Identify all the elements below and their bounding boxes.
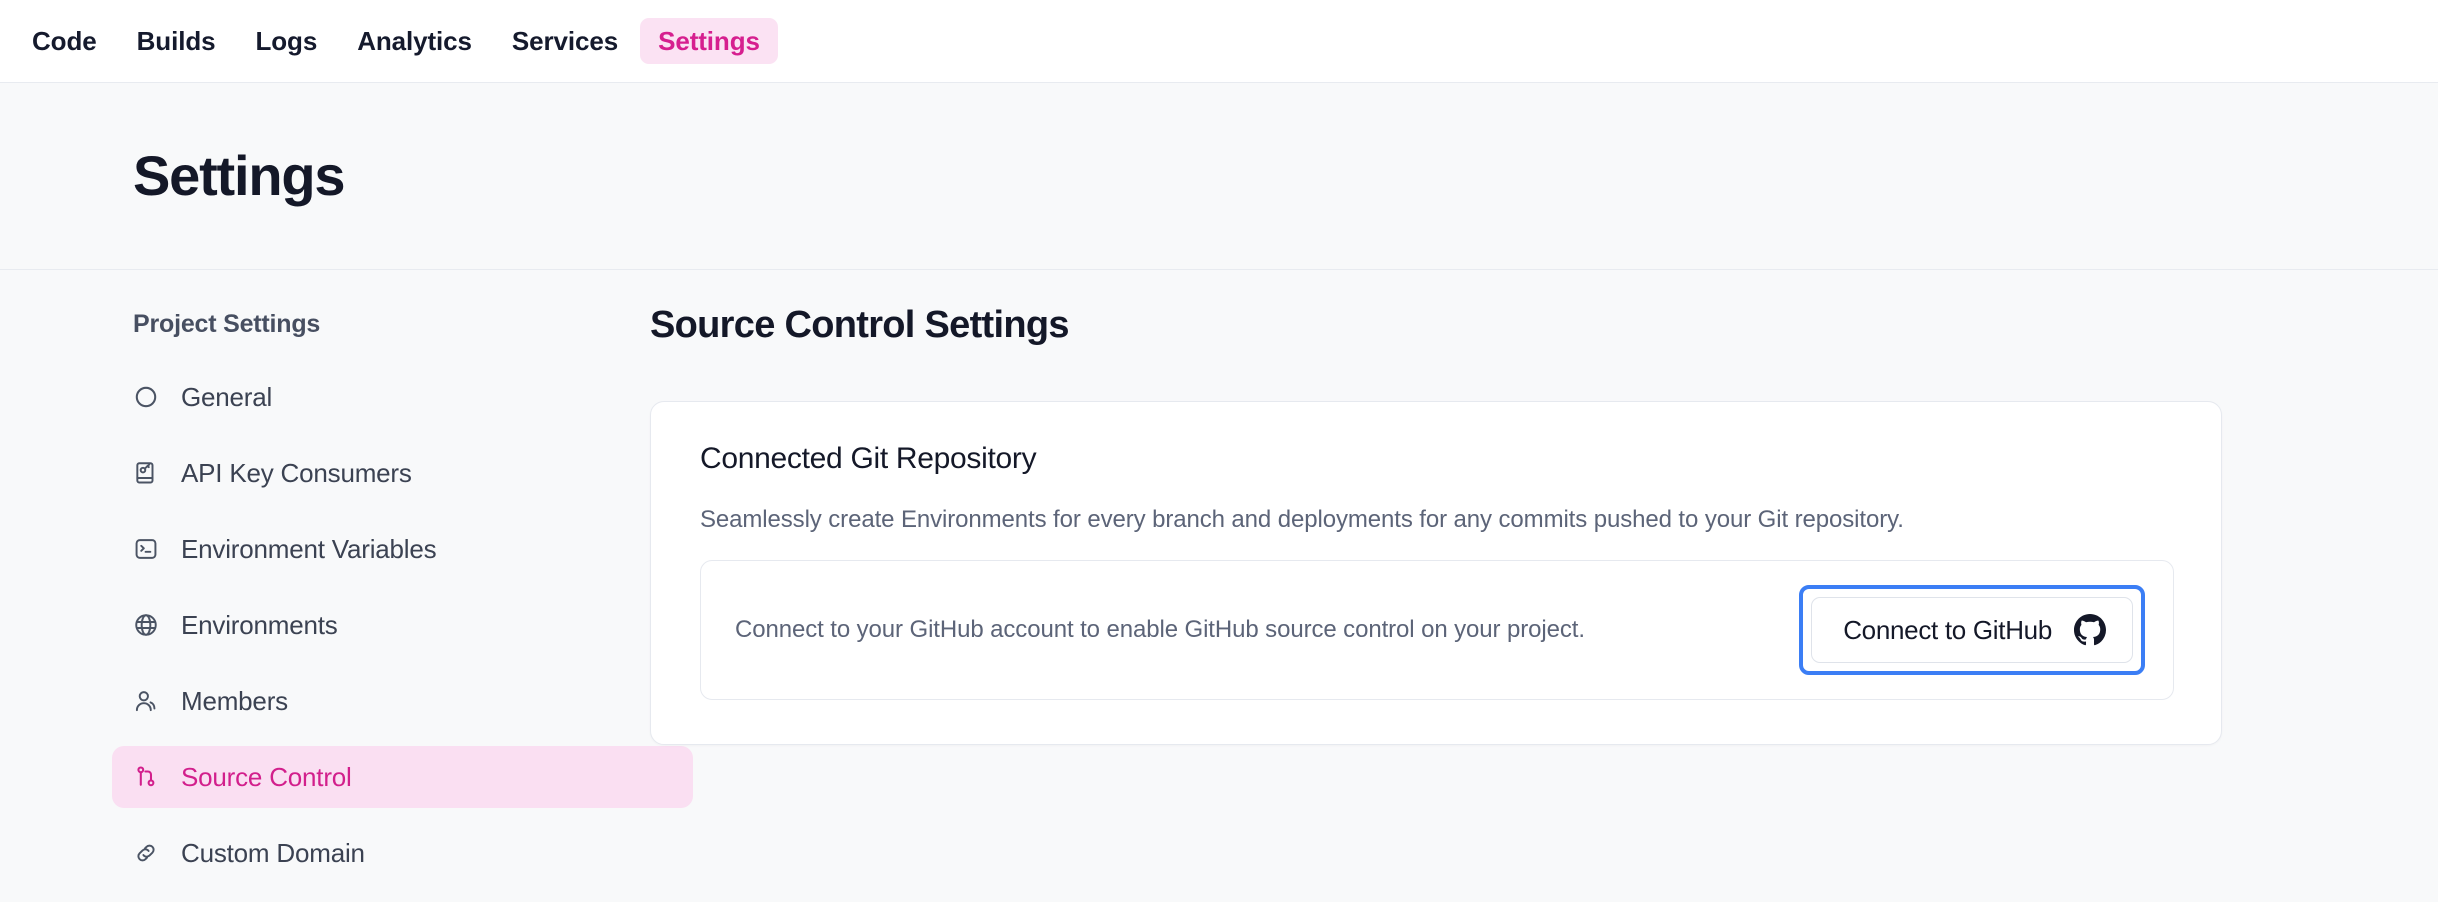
nav-tab-builds[interactable]: Builds: [119, 18, 234, 64]
circle-icon: [133, 384, 159, 410]
page-layout: Project Settings General API Key Consume…: [0, 270, 2438, 898]
connect-to-github-button[interactable]: Connect to GitHub: [1811, 596, 2133, 663]
nav-tab-logs[interactable]: Logs: [237, 18, 335, 64]
settings-sidebar: Project Settings General API Key Consume…: [0, 270, 693, 898]
sidebar-item-environment-variables[interactable]: Environment Variables: [112, 518, 693, 580]
sidebar-heading: Project Settings: [133, 310, 321, 338]
sidebar-item-custom-domain[interactable]: Custom Domain: [112, 822, 693, 884]
user-icon: [133, 688, 159, 714]
nav-tab-services[interactable]: Services: [494, 18, 636, 64]
sidebar-item-label: Environments: [181, 610, 338, 640]
nav-tab-code[interactable]: Code: [14, 18, 115, 64]
focus-ring: Connect to GitHub: [1799, 584, 2145, 675]
git-branch-icon: [133, 764, 159, 790]
sidebar-item-label: Source Control: [181, 762, 352, 792]
card-title: Connected Git Repository: [700, 442, 1037, 475]
terminal-icon: [133, 536, 159, 562]
sidebar-item-label: Environment Variables: [181, 534, 437, 564]
nav-tab-analytics[interactable]: Analytics: [339, 18, 490, 64]
github-icon: [2074, 613, 2106, 646]
sidebar-item-source-control[interactable]: Source Control: [112, 746, 693, 808]
github-connect-description: Connect to your GitHub account to enable…: [735, 616, 1585, 644]
github-connect-panel: Connect to your GitHub account to enable…: [700, 559, 2174, 700]
sidebar-item-label: Custom Domain: [181, 838, 365, 868]
page-title-band: Settings: [0, 83, 2438, 270]
top-navigation-bar: Code Builds Logs Analytics Services Sett…: [0, 0, 2438, 83]
main-content: Source Control Settings Connected Git Re…: [650, 270, 2222, 745]
sidebar-nav-list: General API Key Consumers Environment Va…: [0, 366, 693, 884]
sidebar-item-label: API Key Consumers: [181, 458, 412, 488]
nav-tab-settings[interactable]: Settings: [640, 18, 778, 64]
link-icon: [133, 840, 159, 866]
connected-git-repository-card: Connected Git Repository Seamlessly crea…: [650, 401, 2222, 745]
sidebar-item-api-key-consumers[interactable]: API Key Consumers: [112, 442, 693, 504]
card-description: Seamlessly create Environments for every…: [700, 506, 1904, 533]
sidebar-item-label: Members: [181, 686, 288, 716]
sidebar-item-label: General: [181, 382, 273, 412]
key-book-icon: [133, 460, 159, 486]
globe-icon: [133, 612, 159, 638]
sidebar-item-general[interactable]: General: [112, 366, 693, 428]
connect-to-github-label: Connect to GitHub: [1843, 614, 2052, 645]
page-title: Settings: [133, 144, 346, 207]
sidebar-item-environments[interactable]: Environments: [112, 594, 693, 656]
sidebar-item-members[interactable]: Members: [112, 670, 693, 732]
section-title: Source Control Settings: [650, 304, 1070, 346]
